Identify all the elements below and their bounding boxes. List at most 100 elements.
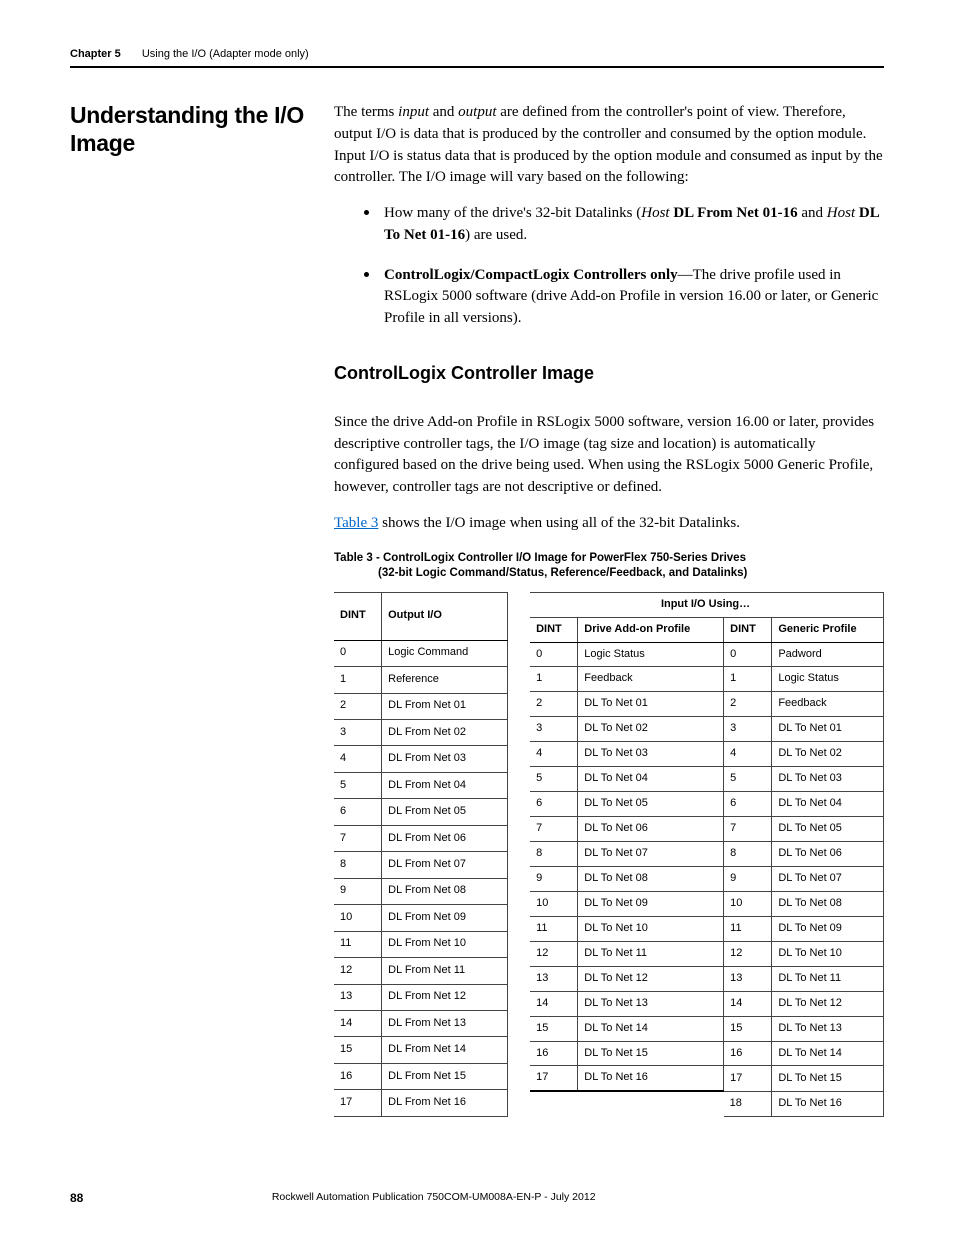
cell-label: DL From Net 13	[382, 1010, 508, 1036]
cell-dint: 6	[530, 792, 578, 817]
cell-label: Feedback	[578, 667, 724, 692]
cell-dint: 1	[530, 667, 578, 692]
cell-label: DL To Net 11	[772, 966, 884, 991]
table-row: 6DL To Net 056DL To Net 04	[530, 792, 883, 817]
table-row: 4DL To Net 034DL To Net 02	[530, 742, 883, 767]
cell-dint: 11	[530, 916, 578, 941]
table-caption: Table 3 - ControlLogix Controller I/O Im…	[334, 551, 884, 582]
cell-dint: 14	[530, 991, 578, 1016]
cell-dint: 10	[724, 891, 772, 916]
cell-dint: 0	[530, 642, 578, 667]
cell-label: DL To Net 09	[578, 891, 724, 916]
table-row: 9DL From Net 08	[334, 878, 508, 904]
table-link[interactable]: Table 3	[334, 515, 378, 531]
cell-dint: 16	[724, 1041, 772, 1066]
cell-label: DL To Net 12	[578, 966, 724, 991]
table-row: 2DL To Net 012Feedback	[530, 692, 883, 717]
cell-dint: 3	[334, 719, 382, 745]
content-columns: Understanding the I/O Image The terms in…	[70, 102, 884, 1117]
link-sentence: Table 3 shows the I/O image when using a…	[334, 513, 884, 535]
cell-label: DL From Net 07	[382, 852, 508, 878]
cell-dint: 5	[530, 767, 578, 792]
table-row: 10DL From Net 09	[334, 905, 508, 931]
cell-dint: 11	[334, 931, 382, 957]
cell-dint: 10	[530, 891, 578, 916]
bullet-item: ControlLogix/CompactLogix Controllers on…	[356, 265, 884, 330]
cell-dint: 17	[724, 1066, 772, 1091]
table-row: 12DL From Net 11	[334, 958, 508, 984]
cell-dint: 12	[724, 941, 772, 966]
cell-label: Reference	[382, 667, 508, 693]
header-generic: Generic Profile	[772, 617, 884, 642]
table-row: 1Reference	[334, 667, 508, 693]
table-row: 12DL To Net 1112DL To Net 10	[530, 941, 883, 966]
cell-label: DL To Net 01	[578, 692, 724, 717]
publication-line: Rockwell Automation Publication 750COM-U…	[83, 1191, 784, 1205]
cell-dint: 0	[724, 642, 772, 667]
table-row: 17DL To Net 1617DL To Net 15	[530, 1066, 883, 1091]
cell-label: DL To Net 11	[578, 941, 724, 966]
cell-dint: 13	[530, 966, 578, 991]
cell-label	[578, 1091, 724, 1116]
table-row: 5DL From Net 04	[334, 772, 508, 798]
cell-label: DL From Net 04	[382, 772, 508, 798]
cell-label: DL From Net 09	[382, 905, 508, 931]
cell-label: DL To Net 13	[578, 991, 724, 1016]
cell-dint: 4	[724, 742, 772, 767]
page: Chapter 5 Using the I/O (Adapter mode on…	[0, 0, 954, 1235]
cell-label: DL To Net 08	[578, 866, 724, 891]
table-row: 3DL To Net 023DL To Net 01	[530, 717, 883, 742]
cell-dint: 12	[530, 941, 578, 966]
footer: 88 Rockwell Automation Publication 750CO…	[0, 1191, 954, 1205]
cell-label: DL To Net 07	[772, 866, 884, 891]
cell-label: DL To Net 13	[772, 1016, 884, 1041]
cell-label: DL To Net 02	[578, 717, 724, 742]
output-io-table: DINT Output I/O 0Logic Command1Reference…	[334, 592, 508, 1117]
cell-dint: 6	[724, 792, 772, 817]
cell-dint: 1	[334, 667, 382, 693]
table-row: 11DL From Net 10	[334, 931, 508, 957]
cell-label: DL From Net 01	[382, 693, 508, 719]
cell-dint: 16	[334, 1063, 382, 1089]
header-dint: DINT	[334, 592, 382, 640]
cell-label: DL To Net 15	[772, 1066, 884, 1091]
cell-label: DL To Net 08	[772, 891, 884, 916]
input-io-table: Input I/O Using… DINT Drive Add-on Profi…	[530, 592, 884, 1117]
cell-dint	[530, 1091, 578, 1116]
cell-dint: 2	[530, 692, 578, 717]
cell-label: DL To Net 10	[772, 941, 884, 966]
cell-label: DL To Net 16	[578, 1066, 724, 1091]
cell-dint: 2	[724, 692, 772, 717]
cell-dint: 8	[334, 852, 382, 878]
cell-dint: 17	[530, 1066, 578, 1091]
chapter-title: Using the I/O (Adapter mode only)	[142, 48, 309, 60]
cell-dint: 15	[530, 1016, 578, 1041]
tables-wrap: DINT Output I/O 0Logic Command1Reference…	[334, 592, 884, 1117]
cell-label: DL To Net 05	[772, 817, 884, 842]
cell-label: DL From Net 11	[382, 958, 508, 984]
cell-dint: 15	[724, 1016, 772, 1041]
table-row: 15DL To Net 1415DL To Net 13	[530, 1016, 883, 1041]
cell-dint: 17	[334, 1090, 382, 1116]
header-drive-addon: Drive Add-on Profile	[578, 617, 724, 642]
cell-label: DL From Net 14	[382, 1037, 508, 1063]
cell-dint: 14	[334, 1010, 382, 1036]
cell-label: DL To Net 09	[772, 916, 884, 941]
cell-label: Logic Status	[578, 642, 724, 667]
input-rows: 0Logic Status0Padword1Feedback1Logic Sta…	[530, 642, 883, 1116]
intro-paragraph: The terms input and output are defined f…	[334, 102, 884, 189]
cell-dint: 8	[724, 842, 772, 867]
cell-dint: 15	[334, 1037, 382, 1063]
cell-dint: 7	[724, 817, 772, 842]
table-row: 6DL From Net 05	[334, 799, 508, 825]
cell-label: DL To Net 16	[772, 1091, 884, 1116]
cell-label: DL To Net 06	[772, 842, 884, 867]
cell-label: DL To Net 05	[578, 792, 724, 817]
table-row: 13DL To Net 1213DL To Net 11	[530, 966, 883, 991]
table-row: 10DL To Net 0910DL To Net 08	[530, 891, 883, 916]
cell-label: DL To Net 03	[578, 742, 724, 767]
bullet-list: How many of the drive's 32-bit Datalinks…	[334, 203, 884, 330]
table-row: 18DL To Net 16	[530, 1091, 883, 1116]
right-column: The terms input and output are defined f…	[334, 102, 884, 1117]
cell-label: DL To Net 03	[772, 767, 884, 792]
